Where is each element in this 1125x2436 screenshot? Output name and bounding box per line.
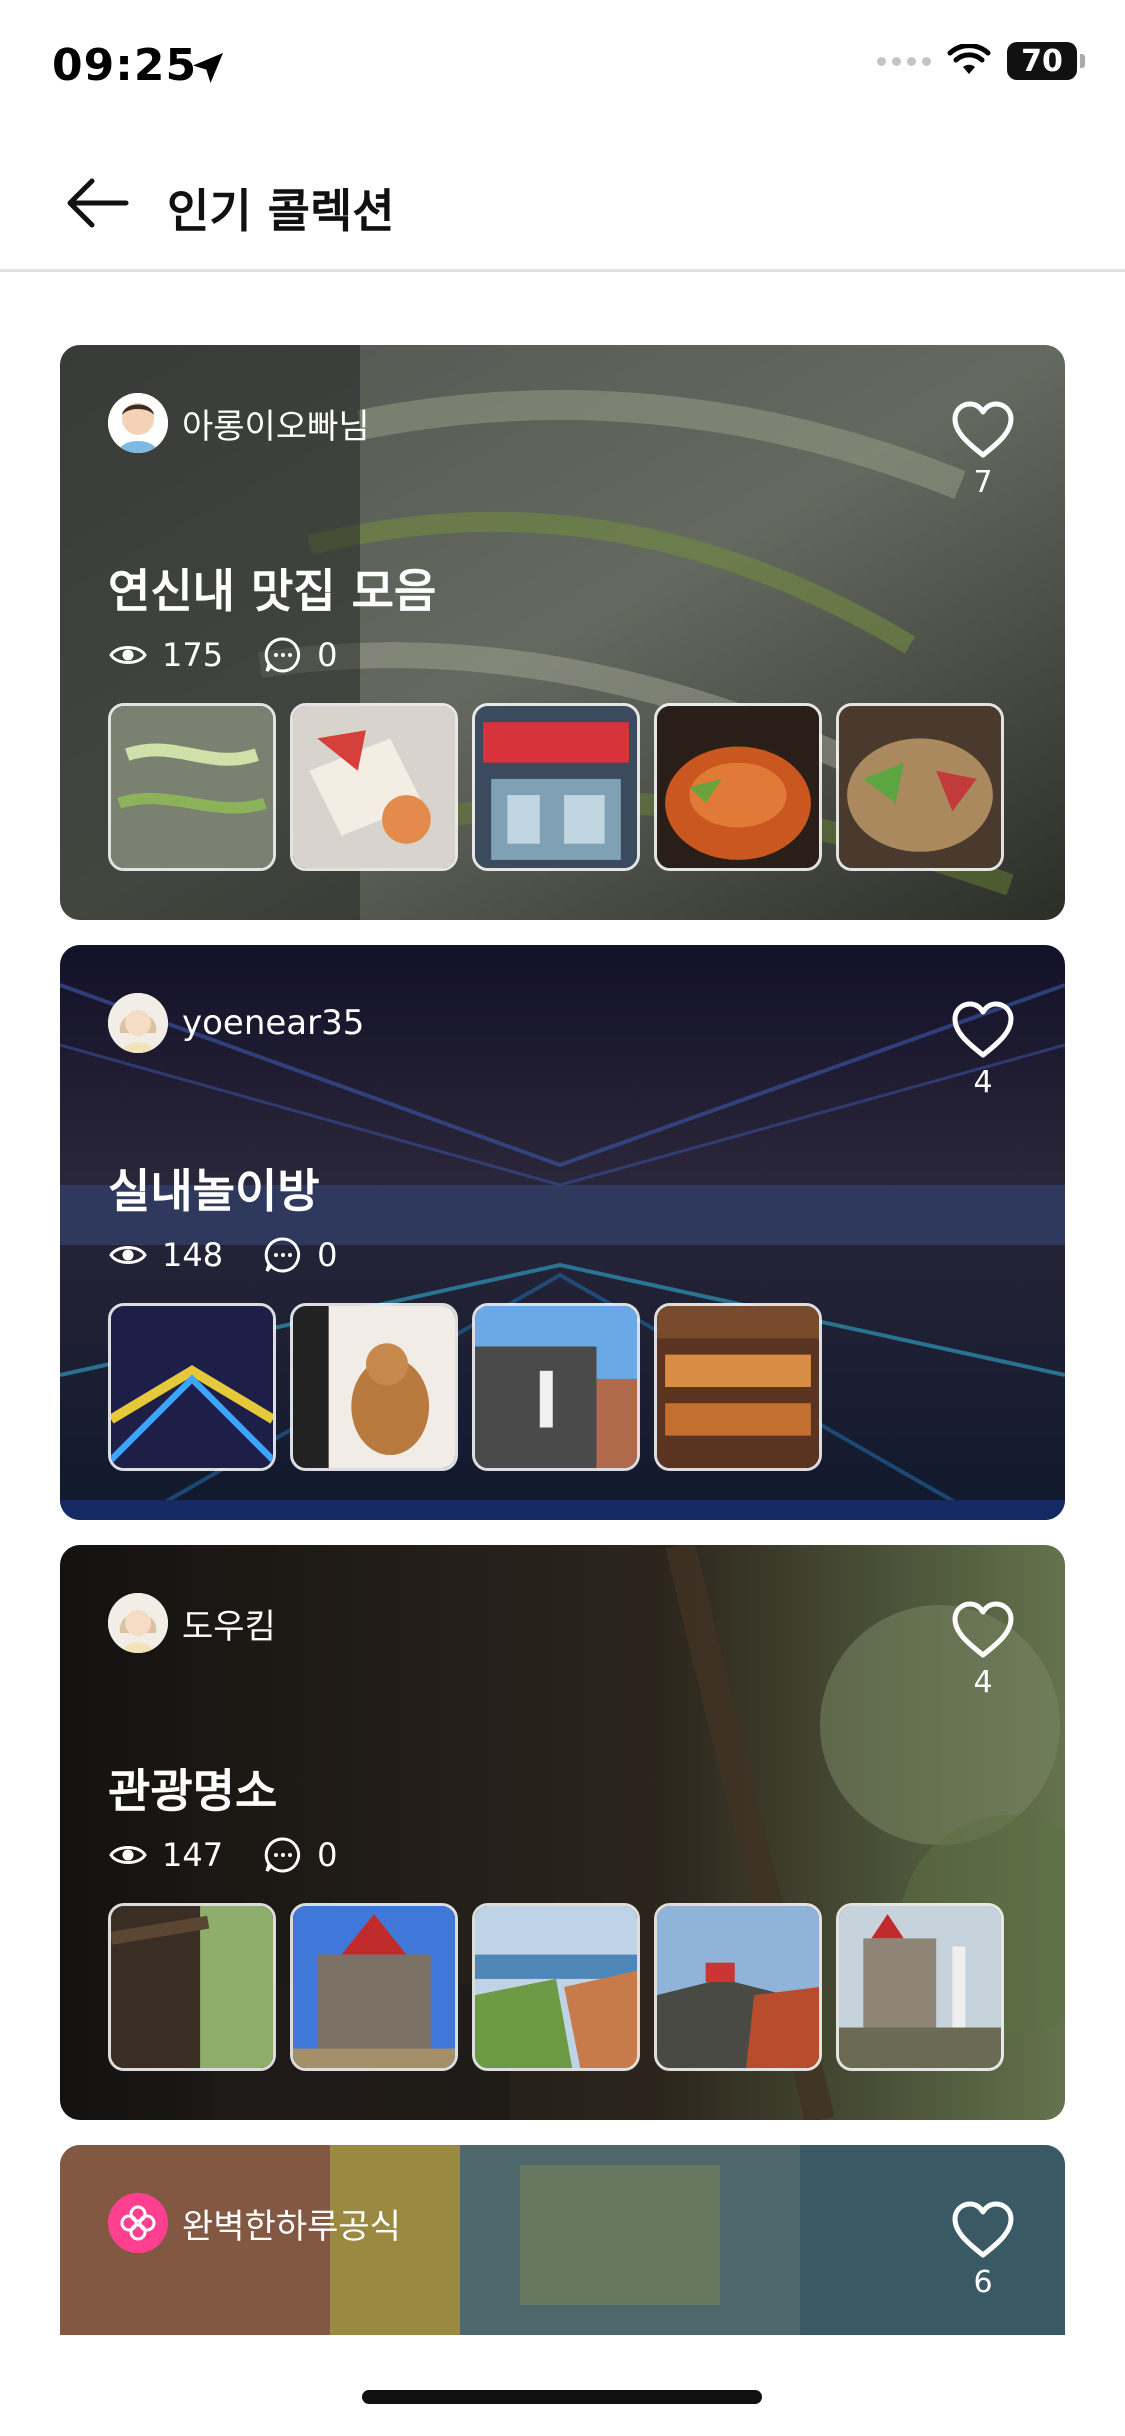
- comment-count: 0: [317, 1836, 338, 1874]
- back-arrow-icon[interactable]: [62, 175, 132, 231]
- heart-icon: [952, 2201, 1014, 2258]
- battery-icon: 70: [1007, 42, 1085, 80]
- heart-icon: [952, 401, 1014, 458]
- avatar: [108, 2193, 168, 2253]
- like-count: 4: [973, 1065, 993, 1100]
- place-thumbnail[interactable]: [108, 703, 276, 871]
- place-thumbnail[interactable]: [290, 703, 458, 871]
- collection-stats: 147 0: [108, 1835, 337, 1875]
- like-count: 7: [973, 465, 993, 500]
- collection-card[interactable]: 아롱이오빠님 7 연신내 맛집 모음 175 0: [60, 345, 1065, 920]
- like-button[interactable]: 7: [951, 401, 1015, 500]
- comment-icon: [264, 637, 301, 673]
- header: 인기 콜렉션: [0, 135, 1125, 272]
- eye-icon: [109, 646, 147, 664]
- comment-icon: [264, 1237, 301, 1273]
- location-arrow-icon: [193, 53, 223, 83]
- view-count: 147: [162, 1836, 224, 1874]
- place-thumbnail[interactable]: [472, 703, 640, 871]
- place-thumbnail[interactable]: [654, 1903, 822, 2071]
- comment-icon: [264, 1837, 301, 1873]
- collection-card[interactable]: 도우킴 4 관광명소 147 0: [60, 1545, 1065, 2120]
- home-indicator: [362, 2390, 762, 2404]
- author-name: 아롱이오빠님: [182, 406, 370, 447]
- author-name: yoenear35: [182, 1003, 365, 1043]
- collection-title: 실내놀이방: [108, 1164, 320, 1218]
- collection-author[interactable]: 아롱이오빠님: [108, 393, 370, 453]
- like-button[interactable]: 4: [951, 1001, 1015, 1100]
- collection-author[interactable]: 완벽한하루공식: [108, 2193, 401, 2253]
- status-indicators: 70: [877, 42, 1085, 80]
- author-name: 도우킴: [182, 1606, 276, 1647]
- like-count: 4: [973, 1665, 993, 1700]
- flower-icon: [108, 2193, 168, 2253]
- like-count: 6: [973, 2265, 993, 2300]
- place-thumbnail[interactable]: [472, 1903, 640, 2071]
- thumbnail-list: [108, 1303, 822, 1471]
- page-title: 인기 콜렉션: [167, 184, 395, 238]
- like-button[interactable]: 6: [951, 2201, 1015, 2300]
- place-thumbnail[interactable]: [836, 1903, 1004, 2071]
- view-count: 175: [162, 636, 224, 674]
- place-thumbnail[interactable]: [654, 703, 822, 871]
- collection-card[interactable]: yoenear35 4 실내놀이방 148 0: [60, 945, 1065, 1520]
- author-name: 완벽한하루공식: [182, 2206, 401, 2247]
- collection-stats: 175 0: [108, 635, 337, 675]
- thumbnail-list: [108, 1903, 1004, 2071]
- comment-count: 0: [317, 636, 338, 674]
- battery-level: 70: [1021, 43, 1063, 79]
- collection-stats: 148 0: [108, 1235, 337, 1275]
- avatar: [108, 393, 168, 453]
- place-thumbnail[interactable]: [472, 1303, 640, 1471]
- comment-count: 0: [317, 1236, 338, 1274]
- status-time: 09:25: [52, 40, 198, 91]
- thumbnail-list: [108, 703, 1004, 871]
- avatar: [108, 1593, 168, 1653]
- place-thumbnail[interactable]: [654, 1303, 822, 1471]
- collection-author[interactable]: yoenear35: [108, 993, 364, 1053]
- collection-card[interactable]: 완벽한하루공식 6: [60, 2145, 1065, 2335]
- place-thumbnail[interactable]: [108, 1303, 276, 1471]
- heart-icon: [952, 1601, 1014, 1658]
- collection-title: 관광명소: [108, 1764, 278, 1818]
- cellular-signal-icon: [877, 56, 931, 66]
- place-thumbnail[interactable]: [290, 1303, 458, 1471]
- eye-icon: [109, 1246, 147, 1264]
- status-bar: 09:25 70: [0, 0, 1125, 135]
- eye-icon: [109, 1846, 147, 1864]
- place-thumbnail[interactable]: [108, 1903, 276, 2071]
- view-count: 148: [162, 1236, 224, 1274]
- collection-author[interactable]: 도우킴: [108, 1593, 276, 1653]
- like-button[interactable]: 4: [951, 1601, 1015, 1700]
- collection-title: 연신내 맛집 모음: [108, 564, 437, 618]
- wifi-icon: [947, 44, 991, 74]
- place-thumbnail[interactable]: [836, 703, 1004, 871]
- heart-icon: [952, 1001, 1014, 1058]
- avatar: [108, 993, 168, 1053]
- place-thumbnail[interactable]: [290, 1903, 458, 2071]
